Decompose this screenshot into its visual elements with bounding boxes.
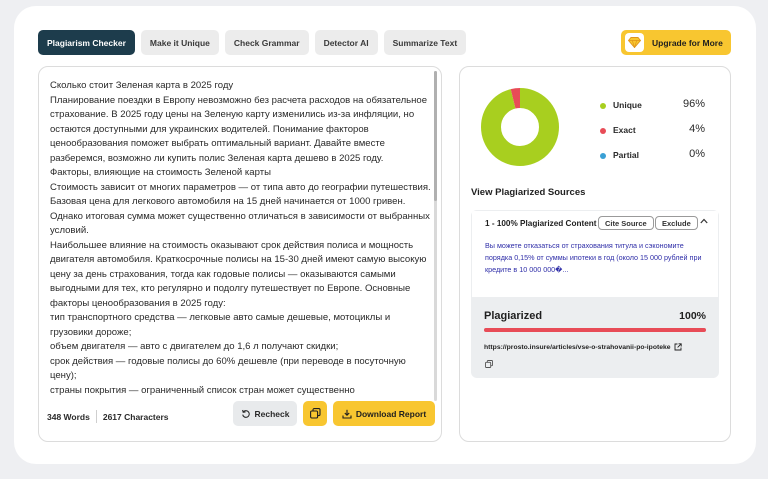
editor-paragraph: Факторы, влияющие на стоимость Зеленой к… xyxy=(50,167,271,178)
download-label: Download Report xyxy=(355,408,427,419)
source-snippet: Вы можете отказаться от страхования титу… xyxy=(485,241,702,274)
plagiarized-progress-fill xyxy=(484,328,706,332)
recheck-label: Recheck xyxy=(254,408,290,419)
tab-check-grammar[interactable]: Check Grammar xyxy=(224,30,309,55)
download-report-button[interactable]: Download Report xyxy=(333,401,435,426)
upgrade-button[interactable]: Upgrade for More xyxy=(621,30,731,55)
editor-paragraph: срок действия — годовые полисы до 60% де… xyxy=(50,355,406,382)
diamond-icon xyxy=(625,33,644,52)
source-url: https://prosto.insure/articles/vse-o-str… xyxy=(484,343,671,351)
external-link-icon xyxy=(674,343,682,351)
plagiarized-value: 100% xyxy=(679,310,706,322)
legend-label: Exact xyxy=(613,125,636,135)
refresh-icon xyxy=(241,409,250,418)
source-header: 1 - 100% Plagiarized Content Cite Source… xyxy=(471,210,719,298)
source-url-link[interactable]: https://prosto.insure/articles/vse-o-str… xyxy=(484,343,682,351)
tab-make-it-unique[interactable]: Make it Unique xyxy=(140,30,219,55)
divider xyxy=(95,410,97,423)
editor-paragraph: Наибольшее влияние на стоимость оказываю… xyxy=(50,239,427,309)
results-legend: Unique 96% Exact 4% Partial 0% xyxy=(600,98,705,173)
exact-dot xyxy=(600,128,606,134)
word-count: 348 Words xyxy=(47,411,90,422)
editor-scrollbar[interactable] xyxy=(434,71,437,401)
editor-paragraph: Планирование поездки в Европу невозможно… xyxy=(50,94,428,164)
source-card: 1 - 100% Plagiarized Content Cite Source… xyxy=(471,210,719,378)
chevron-up-icon[interactable] xyxy=(700,218,708,224)
editor-footer: 348 Words 2617 Characters Recheck Downlo xyxy=(39,395,441,441)
exclude-button[interactable]: Exclude xyxy=(655,216,698,230)
scrollbar-thumb[interactable] xyxy=(434,71,437,201)
editor-paragraph: объем двигателя — авто с двигателем до 1… xyxy=(50,341,339,352)
results-panel: Unique 96% Exact 4% Partial 0% View Plag… xyxy=(459,66,731,442)
recheck-button[interactable]: Recheck xyxy=(233,401,297,426)
copy-url-icon[interactable] xyxy=(485,360,493,368)
tab-plagiarism-checker[interactable]: Plagiarism Checker xyxy=(38,30,135,55)
text-stats: 348 Words 2617 Characters xyxy=(47,410,169,423)
plagiarized-progress-bar xyxy=(484,328,706,332)
download-icon xyxy=(342,409,352,419)
tab-summarize-text[interactable]: Summarize Text xyxy=(383,30,467,55)
editor-text[interactable]: Сколько стоит Зеленая карта в 2025 году … xyxy=(50,79,432,401)
editor-paragraph: Сколько стоит Зеленая карта в 2025 году xyxy=(50,80,234,91)
plagiarized-label: Plagiarized xyxy=(484,310,543,322)
sources-heading: View Plagiarized Sources xyxy=(471,187,586,198)
legend-value: 4% xyxy=(689,123,705,135)
source-title: 1 - 100% Plagiarized Content xyxy=(485,219,597,228)
unique-dot xyxy=(600,103,606,109)
legend-row-exact: Exact 4% xyxy=(600,123,705,148)
partial-dot xyxy=(600,153,606,159)
char-count: 2617 Characters xyxy=(102,411,169,422)
legend-value: 96% xyxy=(682,98,705,110)
copy-icon xyxy=(309,408,321,419)
copy-button[interactable] xyxy=(303,401,327,426)
text-editor[interactable]: Сколько стоит Зеленая карта в 2025 году … xyxy=(38,66,442,442)
legend-value: 0% xyxy=(689,148,705,160)
editor-paragraph: тип транспортного средства — легковые ав… xyxy=(50,312,391,338)
tab-detector-ai[interactable]: Detector AI xyxy=(314,30,378,55)
legend-label: Unique xyxy=(613,100,642,110)
legend-row-partial: Partial 0% xyxy=(600,148,705,173)
upgrade-label: Upgrade for More xyxy=(652,37,723,48)
legend-row-unique: Unique 96% xyxy=(600,98,705,123)
editor-paragraph: Стоимость зависит от многих параметров —… xyxy=(50,181,431,237)
tool-tabs: Plagiarism Checker Make it Unique Check … xyxy=(38,30,467,55)
plagiarism-donut-chart xyxy=(481,88,559,166)
legend-label: Partial xyxy=(613,150,639,160)
cite-source-button[interactable]: Cite Source xyxy=(598,216,654,230)
